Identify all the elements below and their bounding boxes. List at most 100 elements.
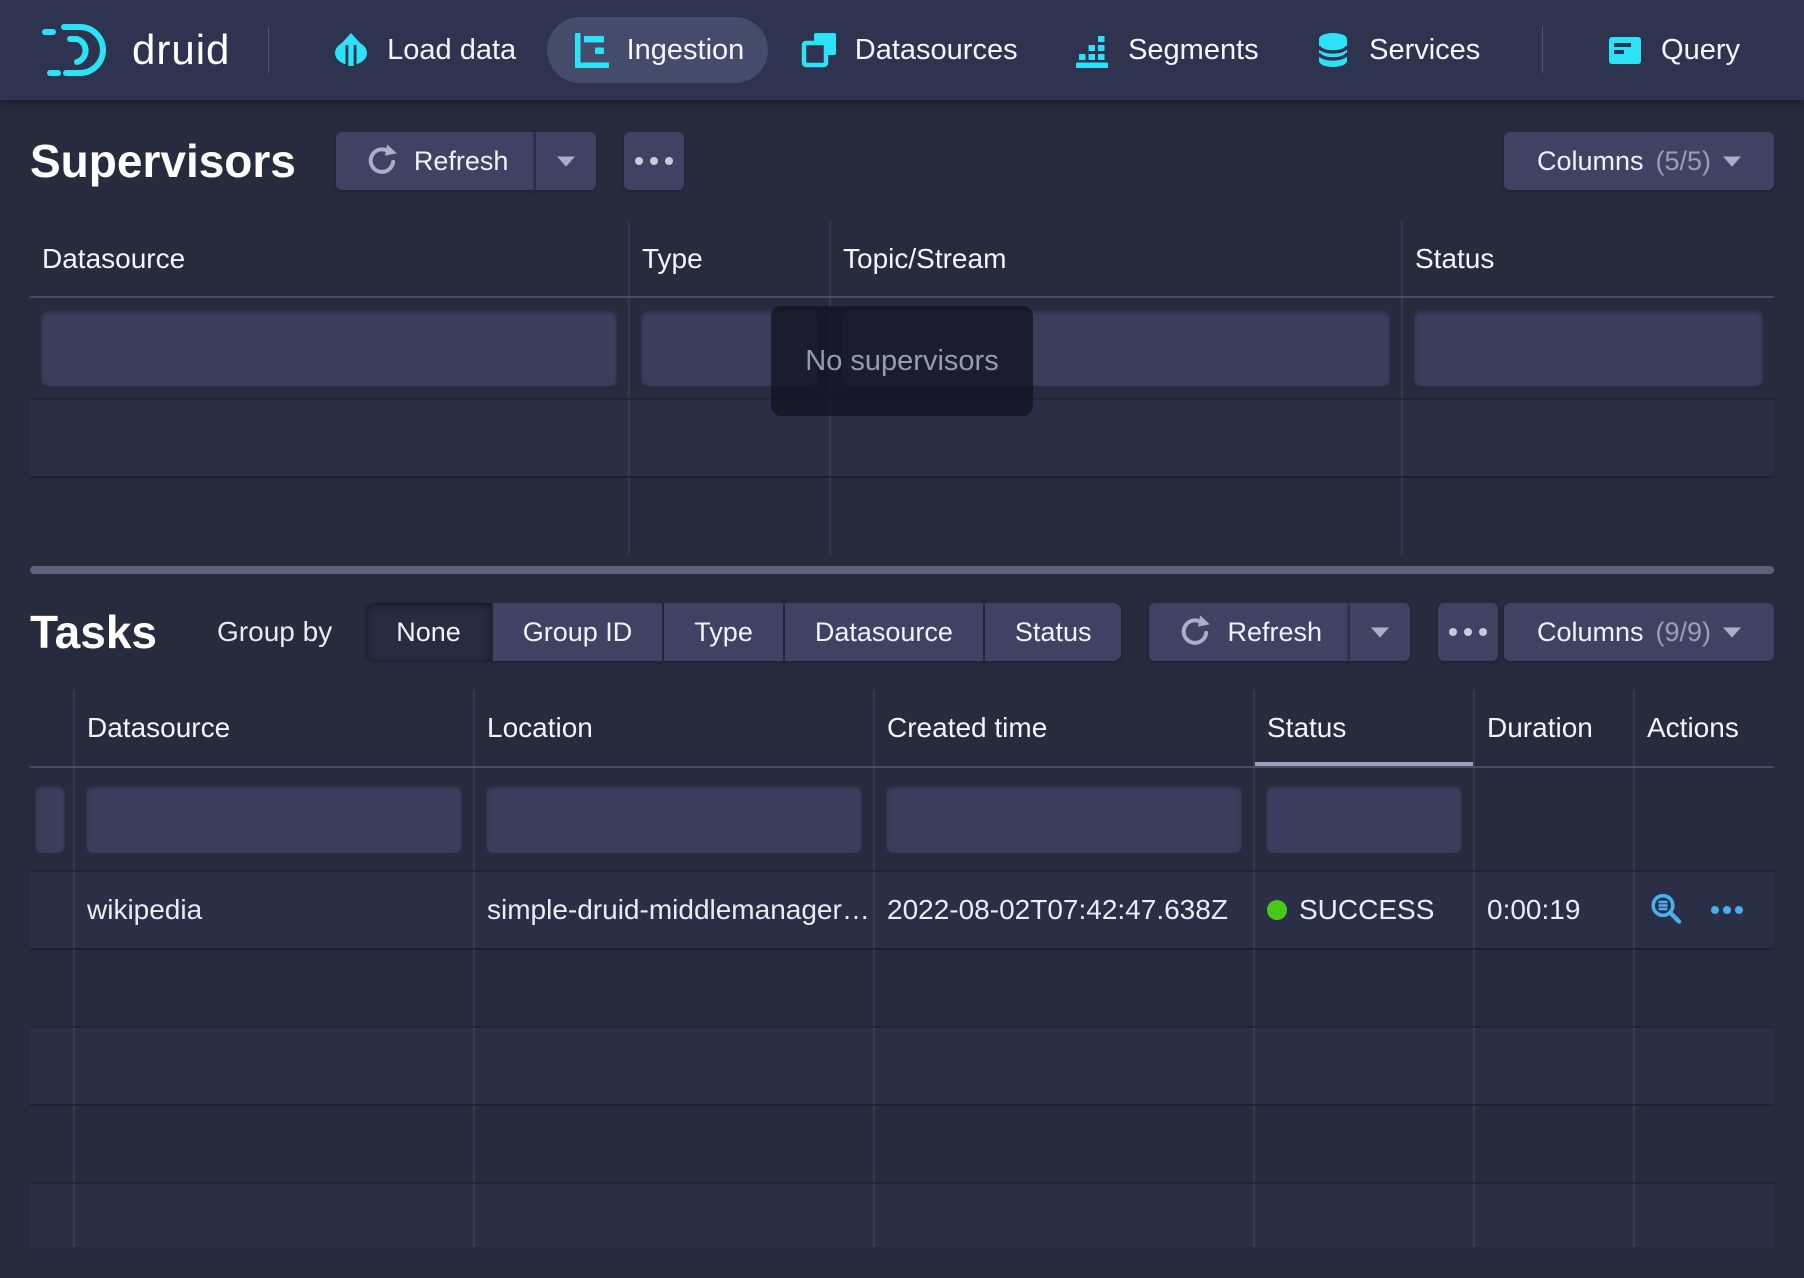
druid-logo[interactable]: druid (40, 19, 230, 81)
no-supervisors-message: No supervisors (771, 306, 1033, 416)
filter-input-location[interactable] (486, 785, 862, 853)
supervisors-refresh-button[interactable]: Refresh (336, 132, 535, 190)
status-success-dot (1267, 900, 1287, 920)
column-header-status[interactable]: Status (1401, 222, 1774, 296)
filter-input-created-time[interactable] (886, 785, 1242, 853)
more-icon (1464, 628, 1472, 636)
column-header-datasource[interactable]: Datasource (73, 690, 473, 766)
status-label: SUCCESS (1299, 894, 1434, 926)
tasks-columns-button[interactable]: Columns (9/9) (1504, 603, 1774, 661)
supervisors-columns-button[interactable]: Columns (5/5) (1504, 132, 1774, 190)
supervisors-table: Datasource Type Topic/Stream Status No s… (30, 222, 1774, 554)
nav-item-label: Datasources (855, 34, 1018, 67)
filter-input-datasource[interactable] (86, 785, 462, 853)
datasources-icon (799, 30, 839, 70)
nav-item-ingestion[interactable]: Ingestion (547, 17, 769, 83)
filter-input-first[interactable] (35, 785, 65, 853)
column-header-duration[interactable]: Duration (1473, 690, 1633, 766)
segments-icon (1072, 30, 1112, 70)
query-icon (1605, 30, 1645, 70)
column-header-topic-stream[interactable]: Topic/Stream (829, 222, 1401, 296)
nav-divider (268, 27, 269, 73)
nav-item-query[interactable]: Query (1581, 17, 1764, 83)
nav-item-label: Ingestion (627, 34, 745, 67)
filter-input-status[interactable] (1266, 785, 1462, 853)
services-icon (1313, 30, 1353, 70)
tasks-header: Tasks Group by None Group ID Type Dataso… (30, 574, 1774, 690)
column-header-actions[interactable]: Actions (1633, 690, 1774, 766)
columns-count: (9/9) (1656, 617, 1712, 648)
tasks-refresh-button[interactable]: Refresh (1149, 603, 1348, 661)
more-icon (1449, 628, 1457, 636)
column-header-status-label: Status (1267, 712, 1346, 744)
filter-input-status[interactable] (1414, 310, 1763, 386)
nav-item-load-data[interactable]: Load data (307, 17, 540, 83)
column-header-datasource[interactable]: Datasource (30, 222, 628, 296)
refresh-icon (1175, 614, 1211, 650)
task-row-wikipedia[interactable]: wikipedia simple-druid-middlemanager… 20… (30, 870, 1774, 948)
column-header-location[interactable]: Location (473, 690, 873, 766)
group-by-button-group: None Group ID Type Datasource Status (366, 603, 1121, 661)
nav-item-label: Query (1661, 34, 1740, 67)
chevron-down-icon (1371, 627, 1389, 638)
refresh-label: Refresh (414, 146, 509, 177)
column-header-status[interactable]: Status (1253, 690, 1473, 766)
column-header-created-time[interactable]: Created time (873, 690, 1253, 766)
nav-item-label: Services (1369, 34, 1480, 67)
horizontal-scrollbar[interactable] (30, 566, 1774, 574)
task-location-cell: simple-druid-middlemanager… (473, 872, 873, 948)
logo-text: druid (132, 26, 230, 74)
table-row (30, 1026, 1774, 1104)
supervisors-header: Supervisors Refresh Columns (5/5) (30, 100, 1774, 222)
tasks-refresh-split: Refresh (1149, 603, 1410, 661)
tasks-refresh-caret-button[interactable] (1348, 603, 1410, 661)
group-by-type-button[interactable]: Type (664, 603, 783, 661)
columns-count: (5/5) (1656, 146, 1712, 177)
column-header-type[interactable]: Type (628, 222, 829, 296)
more-icon (665, 157, 673, 165)
more-icon (635, 157, 643, 165)
refresh-label: Refresh (1227, 617, 1322, 648)
group-by-none-button[interactable]: None (366, 603, 491, 661)
nav-item-segments[interactable]: Segments (1048, 17, 1283, 83)
columns-label: Columns (1537, 617, 1644, 648)
table-row (30, 476, 1774, 554)
nav-item-label: Segments (1128, 34, 1259, 67)
nav-item-services[interactable]: Services (1289, 17, 1504, 83)
chevron-down-icon (557, 156, 575, 167)
group-by-datasource-button[interactable]: Datasource (785, 603, 983, 661)
chevron-down-icon (1723, 156, 1741, 167)
task-datasource-cell[interactable]: wikipedia (73, 872, 473, 948)
tasks-table: Datasource Location Created time Status … (30, 690, 1774, 1247)
nav-item-datasources[interactable]: Datasources (775, 17, 1042, 83)
table-row (30, 948, 1774, 1026)
filter-input-datasource[interactable] (41, 310, 617, 386)
columns-label: Columns (1537, 146, 1644, 177)
supervisors-refresh-split: Refresh (336, 132, 597, 190)
tasks-title: Tasks (30, 605, 157, 659)
task-actions-cell (1633, 872, 1774, 948)
refresh-icon (362, 143, 398, 179)
table-row (30, 1104, 1774, 1182)
chevron-down-icon (1723, 627, 1741, 638)
druid-logo-icon (40, 19, 116, 81)
supervisors-refresh-caret-button[interactable] (534, 132, 596, 190)
inspect-task-icon[interactable] (1649, 892, 1685, 928)
navbar: druid Load data Ingestion Datasource (0, 0, 1804, 100)
supervisors-more-button[interactable] (624, 132, 684, 190)
nav-divider (1542, 27, 1543, 73)
sort-indicator (1255, 762, 1473, 766)
tasks-more-button[interactable] (1438, 603, 1498, 661)
more-icon (1479, 628, 1487, 636)
supervisors-table-header-row: Datasource Type Topic/Stream Status (30, 222, 1774, 298)
task-status-cell: SUCCESS (1253, 872, 1473, 948)
group-by-group-id-button[interactable]: Group ID (493, 603, 663, 661)
group-by-label: Group by (217, 616, 332, 648)
tasks-table-header-row: Datasource Location Created time Status … (30, 690, 1774, 768)
more-icon (650, 157, 658, 165)
task-more-actions-icon[interactable] (1709, 892, 1745, 928)
upload-icon (331, 30, 371, 70)
nav-item-label: Load data (387, 34, 516, 67)
group-by-status-button[interactable]: Status (985, 603, 1122, 661)
ingestion-icon (571, 30, 611, 70)
